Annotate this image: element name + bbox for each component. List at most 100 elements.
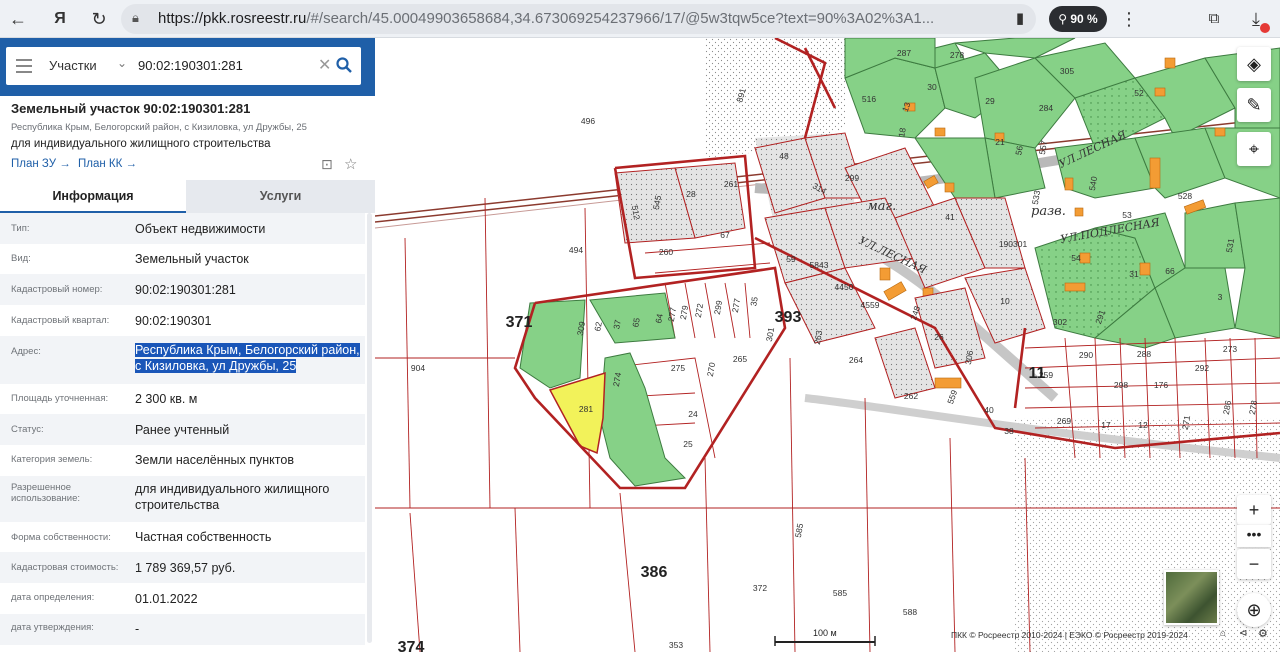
- svg-text:21: 21: [995, 137, 1005, 147]
- svg-text:54: 54: [1071, 253, 1081, 263]
- zoom-out-button[interactable]: −: [1237, 549, 1271, 579]
- compass-icon: ⊕: [1246, 600, 1262, 620]
- field-row-type: Тип: Объект недвижимости: [0, 213, 365, 244]
- star-icon[interactable]: ☆: [344, 155, 357, 173]
- svg-text:533: 533: [1030, 189, 1042, 205]
- svg-text:588: 588: [903, 607, 917, 617]
- svg-text:305: 305: [1060, 66, 1074, 76]
- back-icon[interactable]: ←: [6, 7, 30, 31]
- svg-text:18: 18: [896, 127, 908, 138]
- zoom-in-button[interactable]: +: [1237, 495, 1271, 525]
- svg-text:290: 290: [1079, 350, 1093, 360]
- yandex-icon[interactable]: Я: [48, 7, 72, 31]
- home-icon[interactable]: ⌂: [1220, 628, 1226, 639]
- browser-toolbar: ← Я ↻ 🔒︎ https://pkk.rosreestr.ru/#/sear…: [0, 0, 1280, 38]
- svg-text:281: 281: [579, 404, 593, 414]
- extensions-icon[interactable]: ⧉: [1202, 7, 1226, 31]
- field-row-kind: Вид: Земельный участок: [11, 252, 249, 266]
- panel-scrollbar[interactable]: [367, 213, 372, 643]
- svg-text:278: 278: [1247, 399, 1259, 415]
- svg-text:273: 273: [1223, 344, 1237, 354]
- address-value-selected[interactable]: Республика Крым, Белогорский район, с Ки…: [135, 343, 360, 373]
- search-box: Участки ⌄ 90:02:190301:281 ✕: [6, 47, 361, 85]
- menu-icon[interactable]: [16, 55, 32, 75]
- svg-text:516: 516: [862, 94, 876, 104]
- svg-text:265: 265: [733, 354, 747, 364]
- svg-text:24: 24: [688, 409, 698, 419]
- measure-button[interactable]: ✎: [1237, 88, 1271, 122]
- zoom-icon: ⚲: [1058, 12, 1071, 26]
- tab-services[interactable]: Услуги: [186, 180, 375, 213]
- svg-text:260: 260: [659, 247, 673, 257]
- field-row-cadastral-quarter: Кадастровый квартал: 90:02:190301: [0, 305, 365, 336]
- svg-text:56: 56: [1013, 145, 1025, 156]
- svg-text:64: 64: [653, 313, 665, 324]
- info-panel: Участки ⌄ 90:02:190301:281 ✕ Земельный у…: [0, 38, 375, 652]
- satellite-thumbnail[interactable]: [1164, 570, 1219, 625]
- svg-text:393: 393: [775, 309, 802, 326]
- crosshair-icon: ⌖: [1248, 139, 1260, 159]
- svg-text:176: 176: [1154, 380, 1168, 390]
- svg-text:4559: 4559: [861, 300, 880, 310]
- zoom-to-object-icon[interactable]: ⊡: [321, 156, 333, 173]
- svg-text:374: 374: [398, 639, 425, 652]
- field-row-cadastral-value: Кадастровая стоимость: 1 789 369,57 руб.: [0, 552, 365, 583]
- compass-button[interactable]: ⊕: [1237, 593, 1271, 627]
- zoom-badge[interactable]: ⚲ 90 %: [1049, 6, 1107, 32]
- more-icon[interactable]: ⋮: [1117, 7, 1141, 31]
- svg-text:275: 275: [671, 363, 685, 373]
- svg-text:38: 38: [1004, 426, 1014, 436]
- field-row-cadastral-number: Кадастровый номер: 90:02:190301:281: [0, 274, 365, 305]
- svg-text:31: 31: [1129, 269, 1139, 279]
- settings-icon[interactable]: ⚙: [1258, 627, 1268, 640]
- clear-icon[interactable]: ✕: [318, 55, 331, 75]
- bookmark-icon[interactable]: ▮: [1008, 7, 1032, 31]
- layers-button[interactable]: ◈: [1237, 47, 1271, 81]
- search-type-select[interactable]: Участки: [49, 58, 97, 73]
- svg-text:3: 3: [1218, 292, 1223, 302]
- plan-zu-link[interactable]: План ЗУ →: [11, 158, 71, 170]
- svg-text:17: 17: [1101, 420, 1111, 430]
- parcel-purpose: для индивидуального жилищного строительс…: [11, 138, 271, 150]
- svg-text:264: 264: [849, 355, 863, 365]
- tab-info[interactable]: Информация: [0, 180, 186, 213]
- svg-text:386: 386: [641, 564, 668, 581]
- svg-text:262: 262: [904, 391, 918, 401]
- svg-text:11: 11: [1029, 365, 1046, 382]
- svg-text:309: 309: [575, 320, 587, 336]
- field-row-date-approved: дата утверждения: -: [0, 614, 365, 645]
- svg-text:277: 277: [666, 306, 678, 322]
- search-icon[interactable]: [336, 57, 352, 73]
- svg-text:299: 299: [712, 299, 724, 315]
- svg-text:67: 67: [720, 230, 730, 240]
- svg-text:494: 494: [569, 245, 583, 255]
- svg-text:557: 557: [1037, 139, 1049, 155]
- svg-text:48: 48: [779, 151, 789, 161]
- field-row-address: Адрес: Республика Крым, Белогорский райо…: [0, 336, 365, 384]
- field-row-ownership: Форма собственности: Частная собственнос…: [11, 530, 272, 544]
- svg-text:65: 65: [630, 317, 642, 328]
- cadastral-quarter-link[interactable]: 90:02:190301: [135, 313, 365, 329]
- notification-dot: [1260, 23, 1270, 33]
- svg-text:559: 559: [945, 388, 959, 405]
- svg-text:277: 277: [730, 297, 742, 313]
- plus-icon: +: [1248, 500, 1260, 520]
- copyright-text: ПКК © Росреестр 2010-2024 | ЕЭКО © Росре…: [951, 630, 1188, 640]
- url-text[interactable]: https://pkk.rosreestr.ru/#/search/45.000…: [158, 10, 988, 27]
- zoom-menu-button[interactable]: •••: [1237, 525, 1271, 547]
- svg-text:306: 306: [963, 349, 975, 365]
- parcel-address: Республика Крым, Белогорский район, с Ки…: [11, 122, 307, 133]
- reload-icon[interactable]: ↻: [87, 7, 111, 31]
- locate-button[interactable]: ⌖: [1237, 132, 1271, 166]
- cadastral-number-link[interactable]: 90:02:190301:281: [135, 282, 365, 298]
- svg-text:маг.: маг.: [867, 199, 896, 214]
- search-input[interactable]: 90:02:190301:281: [138, 58, 243, 73]
- svg-text:26: 26: [934, 332, 944, 342]
- chevron-down-icon[interactable]: ⌄: [117, 56, 127, 70]
- cadastral-map[interactable]: 496 494 904 891 287 278 516 13 30 29 305…: [375, 38, 1280, 652]
- svg-text:263: 263: [812, 329, 824, 345]
- share-icon[interactable]: ⊲: [1239, 628, 1247, 639]
- svg-text:62: 62: [592, 321, 604, 332]
- plan-kk-link[interactable]: План КК →: [78, 158, 137, 170]
- field-row-permitted-use: Разрешенное использование: для индивидуа…: [0, 476, 365, 522]
